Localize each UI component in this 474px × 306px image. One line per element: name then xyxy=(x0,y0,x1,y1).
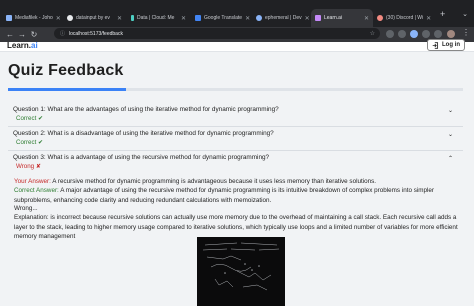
your-answer-label: Your Answer: xyxy=(14,178,51,185)
close-icon[interactable]: ✕ xyxy=(364,15,369,22)
login-icon xyxy=(432,41,439,49)
tab-favicon-icon xyxy=(6,15,12,21)
app-viewport: Learn.ai Log in Quiz Feedback Question 1… xyxy=(0,39,474,306)
tab-title: Mediafilek - Joho xyxy=(15,15,53,21)
extension-icon[interactable] xyxy=(410,30,418,38)
whiteboard-lecture-image xyxy=(197,237,285,306)
close-icon[interactable]: ✕ xyxy=(117,15,122,22)
google-translate-icon xyxy=(195,15,201,21)
tab-title: datainput by ev xyxy=(76,15,110,21)
correct-answer-label: Correct Answer: xyxy=(14,187,59,194)
correct-answer: Correct Answer: A major advantage of usi… xyxy=(14,186,462,205)
extension-icon[interactable] xyxy=(386,30,394,38)
chevron-up-icon[interactable]: ⌃ xyxy=(448,155,453,162)
app-header: Learn.ai Log in xyxy=(0,39,474,52)
tab-title: ephemeral | Dev xyxy=(265,15,302,21)
forward-arrow-icon[interactable]: → xyxy=(16,30,28,39)
bookmark-star-icon[interactable]: ☆ xyxy=(370,30,375,37)
verdict-wrong: Wrong ✘ xyxy=(16,163,42,170)
quiz-progress-fill xyxy=(8,88,127,91)
tab-title: (30) Discord | Wi xyxy=(386,15,424,21)
browser-tab-strip: Mediafilek - Joho ✕ datainput by ev ✕ Da… xyxy=(0,0,474,27)
verdict-correct: Correct ✔ xyxy=(16,139,44,146)
brand-logo[interactable]: Learn.ai xyxy=(7,41,38,50)
extension-icon[interactable] xyxy=(398,30,406,38)
verdict-correct: Correct ✔ xyxy=(16,115,44,122)
divider xyxy=(8,150,463,151)
browser-tab-7[interactable]: (30) Discord | Wi ✕ xyxy=(373,9,435,27)
question-text: Question 3: What is a advantage of using… xyxy=(13,154,270,161)
question-item-2[interactable]: Question 2: What is a disadvantage of us… xyxy=(8,130,463,148)
address-bar[interactable]: ⓘ localhost:5173/feedback ☆ xyxy=(54,28,380,39)
close-icon[interactable]: ✕ xyxy=(426,15,431,22)
site-info-icon[interactable]: ⓘ xyxy=(60,30,65,37)
close-icon[interactable]: ✕ xyxy=(305,15,310,22)
tab-title: Learn.ai xyxy=(324,15,343,21)
browser-tab-1[interactable]: Mediafilek - Joho ✕ xyxy=(2,9,62,27)
close-icon[interactable]: ✕ xyxy=(245,15,250,22)
tab-title: Data | Cloud: Me xyxy=(137,15,175,21)
explanation-video-thumbnail[interactable] xyxy=(197,237,285,306)
url-text: localhost:5173/feedback xyxy=(69,30,123,37)
discord-icon xyxy=(377,15,383,21)
sidebar-icon[interactable] xyxy=(434,30,442,38)
profile-avatar[interactable] xyxy=(447,30,455,38)
your-answer-text: A recursive method for dynamic programmi… xyxy=(50,178,377,185)
github-icon xyxy=(67,15,73,21)
page-title: Quiz Feedback xyxy=(8,62,124,79)
login-label: Log in xyxy=(442,42,460,48)
browser-tab-active[interactable]: Learn.ai ✕ xyxy=(311,9,373,27)
browser-tab-4[interactable]: Google Translate ✕ xyxy=(191,9,251,27)
extensions-puzzle-icon[interactable] xyxy=(422,30,430,38)
brand-main: Learn. xyxy=(7,41,32,50)
tab-search-chevron-icon[interactable]: ⌄ xyxy=(462,10,468,18)
new-tab-button[interactable]: + xyxy=(440,9,445,19)
divider xyxy=(8,126,463,127)
quiz-progress-bar xyxy=(8,88,463,91)
tab-title: Google Translate xyxy=(204,15,243,21)
browser-tab-2[interactable]: datainput by ev ✕ xyxy=(63,9,126,27)
question-item-3[interactable]: Question 3: What is a advantage of using… xyxy=(8,154,463,172)
tab-favicon-icon xyxy=(256,15,262,21)
close-icon[interactable]: ✕ xyxy=(56,15,61,22)
chevron-down-icon[interactable]: ⌄ xyxy=(448,107,453,114)
browser-menu-icon[interactable]: ⋮ xyxy=(462,28,470,37)
close-icon[interactable]: ✕ xyxy=(181,15,186,22)
reload-icon[interactable]: ↻ xyxy=(28,30,40,39)
login-button[interactable]: Log in xyxy=(427,39,465,51)
question-text: Question 1: What are the advantages of u… xyxy=(13,106,279,113)
brand-accent: ai xyxy=(31,41,38,50)
question-item-1[interactable]: Question 1: What are the advantages of u… xyxy=(8,106,463,124)
browser-tab-3[interactable]: Data | Cloud: Me ✕ xyxy=(127,9,190,27)
back-arrow-icon[interactable]: ← xyxy=(4,30,16,39)
question-text: Question 2: What is a disadvantage of us… xyxy=(13,130,274,137)
learn-ai-favicon-icon xyxy=(315,15,321,21)
tab-favicon-icon xyxy=(131,15,134,21)
browser-tab-5[interactable]: ephemeral | Dev ✕ xyxy=(252,9,310,27)
chevron-down-icon[interactable]: ⌄ xyxy=(448,131,453,138)
correct-answer-text: A major advantage of using the recursive… xyxy=(14,187,434,204)
